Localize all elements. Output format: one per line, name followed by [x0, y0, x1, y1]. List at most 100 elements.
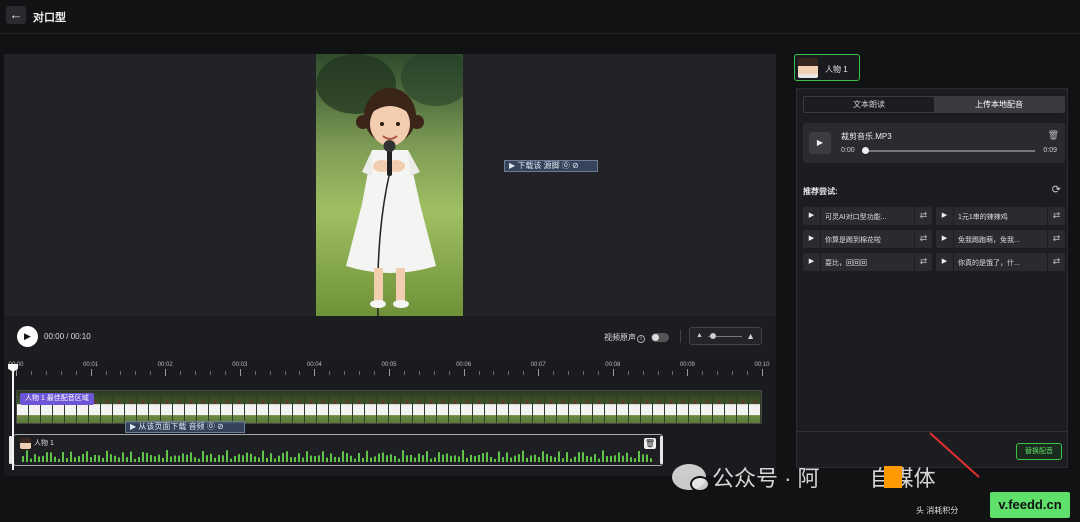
- trash-icon[interactable]: 🗑: [644, 438, 656, 449]
- film-frame: [725, 391, 737, 423]
- volume-control[interactable]: ▲ ▲: [689, 327, 762, 345]
- swap-icon[interactable]: ⇄: [1047, 253, 1065, 271]
- waveform-bar: [138, 457, 140, 462]
- waveform-bar: [270, 453, 272, 462]
- ruler-tick: [224, 371, 226, 375]
- ruler-tick: [135, 371, 137, 375]
- film-frame: [521, 391, 533, 423]
- swap-icon[interactable]: ⇄: [914, 230, 932, 248]
- timeline[interactable]: 00:0000:0100:0200:0300:0400:0500:0600:07…: [4, 360, 776, 476]
- ruler-tick: [150, 371, 152, 375]
- film-frame: [125, 391, 137, 423]
- waveform-bar: [170, 456, 172, 462]
- waveform-bar: [286, 451, 288, 462]
- suggestion-text: 免我踢跑萌，免我...: [958, 237, 1020, 244]
- waveform-bar: [258, 457, 260, 462]
- info-icon[interactable]: i: [637, 335, 645, 343]
- ruler-tick: [418, 371, 420, 375]
- play-icon[interactable]: ▶: [936, 230, 954, 248]
- watermark-tail: 自媒体: [869, 466, 936, 491]
- ruler-tick: [209, 371, 211, 375]
- swap-icon[interactable]: ⇄: [914, 253, 932, 271]
- waveform-bar: [54, 456, 56, 462]
- swap-icon[interactable]: ⇄: [1047, 230, 1065, 248]
- watermark-text: 公众号 · 阿: [712, 466, 820, 491]
- girl-with-microphone-image: [316, 54, 463, 316]
- film-frame: [281, 391, 293, 423]
- waveform-bar: [418, 453, 420, 462]
- waveform-bar: [262, 450, 264, 462]
- film-frame: [641, 391, 653, 423]
- waveform-bar: [562, 458, 564, 462]
- back-arrow-icon[interactable]: ←: [6, 6, 26, 24]
- ruler-tick: [433, 371, 435, 375]
- waveform-bar: [254, 456, 256, 462]
- delete-audio-icon[interactable]: 🗑: [1048, 130, 1059, 141]
- audio-play-button[interactable]: ▶: [809, 132, 831, 154]
- waveform-bar: [182, 453, 184, 462]
- waveform-bar: [66, 458, 68, 462]
- audio-file-name: 裁剪音乐.MP3: [841, 132, 892, 141]
- waveform-bar: [370, 457, 372, 462]
- ruler-tick: [657, 371, 659, 375]
- video-filmstrip[interactable]: [16, 390, 762, 424]
- ruler-tick: [299, 371, 301, 375]
- audio-progress-knob[interactable]: [862, 147, 869, 154]
- suggestion-item[interactable]: ▶ 1元1串的辣辣鸡 ⇄: [936, 207, 1065, 225]
- waveform-bar: [586, 455, 588, 462]
- play-icon[interactable]: ▶: [803, 207, 821, 225]
- recommend-label: 推荐尝试:: [803, 187, 838, 196]
- suggestion-item[interactable]: ▶ 你算是踢到棉花啦 ⇄: [803, 230, 932, 248]
- suggestion-item[interactable]: ▶ 免我踢跑萌，免我... ⇄: [936, 230, 1065, 248]
- replace-audio-button[interactable]: 替换配音: [1016, 443, 1062, 460]
- film-frame: [689, 391, 701, 423]
- ruler-label: 00:01: [83, 362, 99, 368]
- play-icon[interactable]: ▶: [803, 253, 821, 271]
- film-frame: [341, 391, 353, 423]
- waveform-bar: [278, 455, 280, 462]
- film-frame: [113, 391, 125, 423]
- original-audio-text: 视频原声: [604, 333, 636, 342]
- suggestion-item[interactable]: ▶ 耍比，回回回 ⇄: [803, 253, 932, 271]
- waveform-bar: [42, 455, 44, 462]
- film-frame: [317, 391, 329, 423]
- film-frame: [569, 391, 581, 423]
- video-preview[interactable]: [316, 54, 463, 316]
- waveform-bar: [538, 456, 540, 462]
- ruler-tick: [568, 371, 570, 375]
- ruler-tick: [582, 371, 584, 375]
- character-chip[interactable]: 人物 1: [794, 54, 860, 81]
- suggestion-item[interactable]: ▶ 可灵AI对口型功能... ⇄: [803, 207, 932, 225]
- time-ruler[interactable]: 00:0000:0100:0200:0300:0400:0500:0600:07…: [4, 360, 776, 380]
- film-frame: [653, 391, 665, 423]
- tab-text-reading[interactable]: 文本朗读: [804, 97, 934, 112]
- volume-slider-knob[interactable]: [710, 333, 716, 339]
- ruler-label: 00:03: [232, 362, 248, 368]
- ruler-tick: [612, 369, 614, 376]
- divider: [680, 330, 681, 343]
- waveform-bar: [634, 458, 636, 462]
- play-icon[interactable]: ▶: [936, 207, 954, 225]
- waveform-bar: [366, 450, 368, 462]
- waveform-bar: [502, 457, 504, 462]
- audio-progress-track[interactable]: [863, 150, 1035, 152]
- audio-trim-handle-right[interactable]: [660, 436, 663, 464]
- audio-track[interactable]: 人物 1 🗑: [13, 434, 663, 466]
- suggestion-item[interactable]: ▶ 你真的是饿了，什... ⇄: [936, 253, 1065, 271]
- film-frame: [413, 391, 425, 423]
- waveform-bar: [486, 452, 488, 462]
- original-audio-toggle[interactable]: [651, 333, 669, 342]
- ruler-tick: [329, 371, 331, 375]
- waveform-bar: [534, 454, 536, 462]
- refresh-icon[interactable]: ⟳: [1052, 183, 1061, 196]
- swap-icon[interactable]: ⇄: [914, 207, 932, 225]
- tab-upload-local-audio[interactable]: 上传本地配音: [934, 97, 1064, 112]
- waveform-bar: [218, 454, 220, 462]
- waveform-bar: [142, 452, 144, 462]
- play-icon[interactable]: ▶: [936, 253, 954, 271]
- playhead[interactable]: [12, 366, 14, 470]
- play-button[interactable]: ▶: [17, 326, 38, 347]
- play-icon[interactable]: ▶: [803, 230, 821, 248]
- waveform-bar: [242, 455, 244, 462]
- swap-icon[interactable]: ⇄: [1047, 207, 1065, 225]
